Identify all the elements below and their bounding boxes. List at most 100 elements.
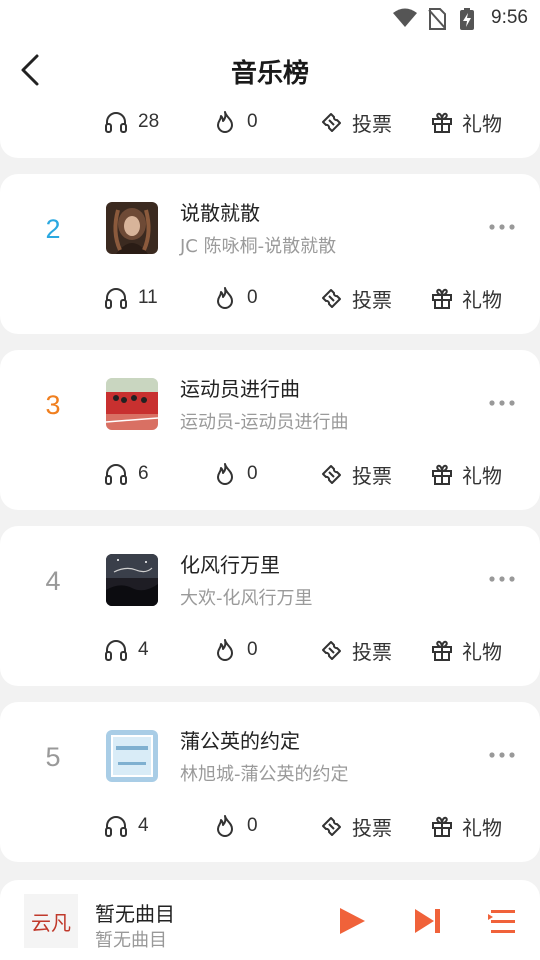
stats-row: 6 0 投票 礼物: [0, 456, 540, 492]
list-item[interactable]: 4 化风行万里 大欢-化风行万里 4 0 投票 礼物: [0, 526, 540, 686]
flame-icon: [217, 639, 233, 661]
hot-count-value: 0: [247, 287, 258, 308]
status-bar: 9:56: [0, 0, 540, 36]
listen-count-value: 4: [138, 815, 149, 836]
gift-icon: [432, 112, 452, 133]
hot-count-value: 0: [247, 111, 258, 132]
vote-button[interactable]: 投票: [320, 280, 392, 316]
vote-button[interactable]: 投票: [320, 104, 392, 140]
headphones-icon: [105, 288, 127, 309]
gift-button[interactable]: 礼物: [430, 632, 502, 668]
gift-button[interactable]: 礼物: [430, 280, 502, 316]
hot-count: 0: [213, 808, 258, 844]
chart-list: 28 0 投票 礼物 2 说散就散 JC 陈咏桐-说散就散 11 0 投票 礼物…: [0, 104, 540, 880]
song-title: 化风行万里: [180, 553, 280, 577]
rank-number: 2: [45, 214, 61, 244]
gift-icon: [432, 816, 452, 837]
listen-count: 6: [104, 456, 149, 492]
no-sim-icon: [428, 8, 446, 30]
stats-row: 28 0 投票 礼物: [0, 104, 540, 140]
cover-image: [106, 202, 158, 254]
hot-count-value: 0: [247, 639, 258, 660]
stats-row: 11 0 投票 礼物: [0, 280, 540, 316]
mini-player[interactable]: 云凡 暂无曲目 暂无曲目: [0, 880, 540, 960]
app-bar: 音乐榜: [0, 36, 540, 104]
gift-button[interactable]: 礼物: [430, 456, 502, 492]
flame-icon: [217, 815, 233, 837]
song-artist: JC 陈咏桐-说散就散: [180, 236, 337, 257]
gift-button[interactable]: 礼物: [430, 104, 502, 140]
now-playing-subtitle: 暂无曲目: [95, 930, 167, 951]
listen-count: 28: [104, 104, 159, 140]
gift-label: 礼物: [462, 463, 502, 488]
listen-count-value: 6: [138, 463, 149, 484]
gift-icon: [432, 640, 452, 661]
cover-image: [106, 378, 158, 430]
list-item[interactable]: 5 蒲公英的约定 林旭城-蒲公英的约定 4 0 投票 礼物: [0, 702, 540, 862]
list-item[interactable]: 28 0 投票 礼物: [0, 104, 540, 158]
gift-label: 礼物: [462, 815, 502, 840]
song-title: 运动员进行曲: [180, 377, 300, 401]
gift-label: 礼物: [462, 111, 502, 136]
status-time: 9:56: [491, 7, 528, 28]
battery-charging-icon: [460, 8, 474, 30]
cover-image: [106, 730, 158, 782]
list-item[interactable]: 2 说散就散 JC 陈咏桐-说散就散 11 0 投票 礼物: [0, 174, 540, 334]
vote-label: 投票: [352, 815, 392, 840]
more-options-icon[interactable]: [488, 398, 516, 408]
ticket-icon: [322, 289, 341, 308]
hot-count-value: 0: [247, 463, 258, 484]
song-title: 说散就散: [180, 201, 260, 225]
headphones-icon: [105, 816, 127, 837]
stats-row: 4 0 投票 礼物: [0, 808, 540, 844]
vote-label: 投票: [352, 287, 392, 312]
listen-count: 4: [104, 632, 149, 668]
song-title: 蒲公英的约定: [180, 729, 300, 753]
vote-button[interactable]: 投票: [320, 632, 392, 668]
rank-number: 4: [45, 566, 61, 596]
list-item[interactable]: 3 运动员进行曲 运动员-运动员进行曲 6 0 投票 礼物: [0, 350, 540, 510]
flame-icon: [217, 287, 233, 309]
ticket-icon: [322, 817, 341, 836]
listen-count-value: 4: [138, 639, 149, 660]
page-title: 音乐榜: [230, 59, 309, 89]
playlist-icon[interactable]: [487, 905, 517, 937]
headphones-icon: [105, 112, 127, 133]
ticket-icon: [322, 465, 341, 484]
rank-number: 5: [45, 742, 61, 772]
gift-icon: [432, 464, 452, 485]
listen-count: 11: [104, 280, 158, 316]
hot-count: 0: [213, 456, 258, 492]
song-artist: 林旭城-蒲公英的约定: [180, 764, 349, 785]
rank-number: 3: [45, 390, 61, 420]
more-options-icon[interactable]: [488, 222, 516, 232]
now-playing-title: 暂无曲目: [95, 902, 175, 926]
hot-count: 0: [213, 632, 258, 668]
wifi-icon: [393, 8, 417, 27]
next-track-icon[interactable]: [412, 905, 442, 937]
hot-count-value: 0: [247, 815, 258, 836]
song-artist: 运动员-运动员进行曲: [180, 412, 349, 433]
cover-image: [106, 554, 158, 606]
listen-count: 4: [104, 808, 149, 844]
ticket-icon: [322, 641, 341, 660]
gift-button[interactable]: 礼物: [430, 808, 502, 844]
vote-label: 投票: [352, 463, 392, 488]
song-artist: 大欢-化风行万里: [180, 588, 313, 609]
play-icon[interactable]: [336, 905, 368, 937]
vote-label: 投票: [352, 639, 392, 664]
more-options-icon[interactable]: [488, 750, 516, 760]
app-logo: 云凡: [24, 894, 78, 948]
flame-icon: [217, 463, 233, 485]
headphones-icon: [105, 464, 127, 485]
more-options-icon[interactable]: [488, 574, 516, 584]
gift-label: 礼物: [462, 639, 502, 664]
vote-button[interactable]: 投票: [320, 456, 392, 492]
hot-count: 0: [213, 280, 258, 316]
vote-label: 投票: [352, 111, 392, 136]
ticket-icon: [322, 113, 341, 132]
gift-label: 礼物: [462, 287, 502, 312]
headphones-icon: [105, 640, 127, 661]
vote-button[interactable]: 投票: [320, 808, 392, 844]
listen-count-value: 28: [138, 111, 160, 132]
